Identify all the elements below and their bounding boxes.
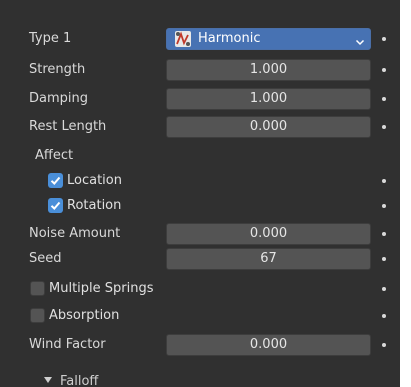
- keyframe-dot[interactable]: [382, 37, 386, 41]
- absorption-checkbox[interactable]: [30, 308, 45, 323]
- absorption-row: Absorption: [0, 305, 400, 327]
- strength-label: Strength: [29, 62, 86, 77]
- falloff-subpanel-header[interactable]: Falloff: [44, 374, 98, 387]
- keyframe-dot[interactable]: [382, 287, 386, 291]
- falloff-label: Falloff: [60, 374, 99, 387]
- keyframe-dot[interactable]: [382, 68, 386, 72]
- location-label[interactable]: Location: [67, 173, 122, 189]
- seed-label: Seed: [29, 251, 62, 266]
- chevron-down-icon: [355, 34, 365, 46]
- keyframe-dot[interactable]: [382, 179, 386, 183]
- keyframe-dot[interactable]: [382, 204, 386, 208]
- absorption-label[interactable]: Absorption: [49, 308, 119, 324]
- harmonic-spring-icon: [175, 31, 191, 47]
- physics-settings-panel: Type 1 Harmonic Strength 1.000 Damping 1…: [0, 0, 400, 387]
- keyframe-dot[interactable]: [382, 257, 386, 261]
- damping-field[interactable]: 1.000: [166, 88, 371, 110]
- keyframe-dot[interactable]: [382, 125, 386, 129]
- rotation-label[interactable]: Rotation: [67, 198, 121, 214]
- strength-row: Strength 1.000: [0, 59, 400, 81]
- type1-dropdown[interactable]: Harmonic: [166, 28, 371, 50]
- location-row: Location: [0, 170, 400, 192]
- noise-amount-field[interactable]: 0.000: [166, 223, 371, 245]
- seed-row: Seed 67: [0, 248, 400, 270]
- keyframe-dot[interactable]: [382, 343, 386, 347]
- location-checkbox[interactable]: [48, 173, 63, 188]
- strength-field[interactable]: 1.000: [166, 59, 371, 81]
- wind-factor-row: Wind Factor 0.000: [0, 334, 400, 356]
- affect-label: Affect: [35, 148, 74, 163]
- type1-row: Type 1 Harmonic: [0, 28, 400, 50]
- rest-length-label: Rest Length: [29, 119, 107, 134]
- type1-label: Type 1: [29, 31, 72, 46]
- keyframe-dot[interactable]: [382, 314, 386, 318]
- noise-amount-label: Noise Amount: [29, 226, 121, 241]
- damping-row: Damping 1.000: [0, 88, 400, 110]
- type1-value: Harmonic: [198, 31, 261, 46]
- keyframe-dot[interactable]: [382, 232, 386, 236]
- wind-factor-label: Wind Factor: [29, 337, 106, 352]
- rest-length-field[interactable]: 0.000: [166, 116, 371, 138]
- damping-label: Damping: [29, 91, 88, 106]
- multiple-springs-label[interactable]: Multiple Springs: [49, 281, 154, 297]
- disclosure-triangle-icon: [44, 377, 52, 383]
- wind-factor-field[interactable]: 0.000: [166, 334, 371, 356]
- rest-length-row: Rest Length 0.000: [0, 116, 400, 138]
- seed-field[interactable]: 67: [166, 248, 371, 270]
- rotation-row: Rotation: [0, 195, 400, 217]
- multiple-springs-checkbox[interactable]: [30, 281, 45, 296]
- rotation-checkbox[interactable]: [48, 198, 63, 213]
- affect-row: Affect: [0, 145, 400, 167]
- noise-amount-row: Noise Amount 0.000: [0, 223, 400, 245]
- multiple-springs-row: Multiple Springs: [0, 278, 400, 300]
- keyframe-dot[interactable]: [382, 97, 386, 101]
